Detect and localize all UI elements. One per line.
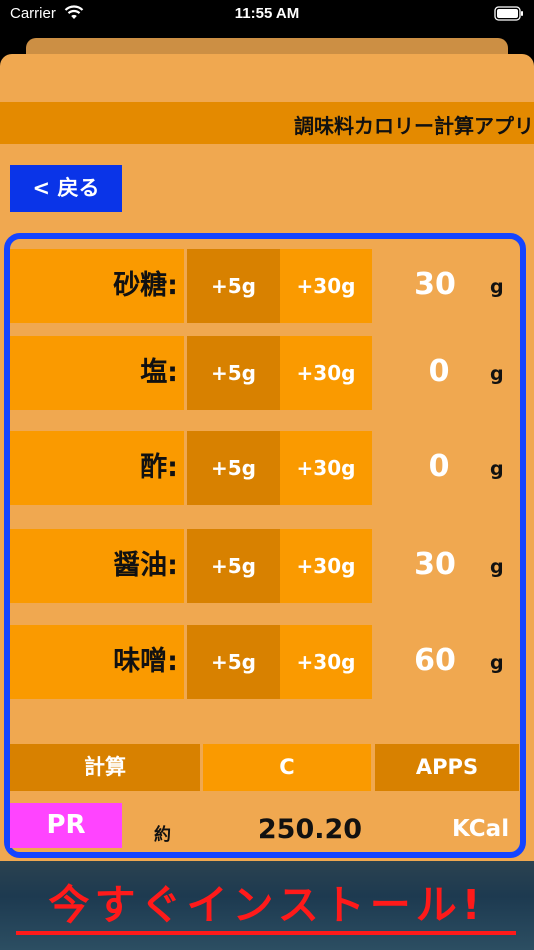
back-button[interactable]: < 戻る (10, 165, 122, 212)
ingredient-value: 60 (414, 643, 456, 678)
pr-button[interactable]: PR (10, 803, 122, 848)
ingredient-row-soy-sauce: 醤油: +5g +30g (10, 529, 372, 603)
ad-underline (16, 931, 516, 935)
ad-banner[interactable]: 今すぐインストール! (0, 861, 534, 950)
ingredient-label: 醤油: (10, 529, 184, 603)
add-5g-button[interactable]: +5g (187, 431, 280, 505)
calculate-button[interactable]: 計算 (10, 744, 200, 791)
ingredient-row-sugar: 砂糖: +5g +30g (10, 249, 372, 323)
ingredient-value: 30 (414, 547, 456, 582)
app-sheet: 調味料カロリー計算アプリ < 戻る 砂糖: +5g +30g 30 g 塩: +… (0, 54, 534, 950)
unit-label: g (490, 276, 504, 298)
ingredient-label: 酢: (10, 431, 184, 505)
clock: 11:55 AM (234, 5, 300, 22)
page-title: 調味料カロリー計算アプリ (294, 114, 534, 138)
add-5g-button[interactable]: +5g (187, 625, 280, 699)
battery-icon (494, 6, 524, 25)
unit-label: g (490, 458, 504, 480)
ad-install-text[interactable]: 今すぐインストール! (0, 871, 534, 931)
add-30g-button[interactable]: +30g (280, 336, 372, 410)
ingredient-label: 塩: (10, 336, 184, 410)
status-bar: Carrier 11:55 AM (0, 0, 534, 30)
add-5g-button[interactable]: +5g (187, 336, 280, 410)
clear-button[interactable]: C (203, 744, 371, 791)
kcal-unit: KCal (452, 816, 510, 842)
add-30g-button[interactable]: +30g (280, 249, 372, 323)
add-30g-button[interactable]: +30g (280, 625, 372, 699)
ingredient-value: 0 (428, 354, 450, 389)
ingredient-row-miso: 味噌: +5g +30g (10, 625, 372, 699)
add-5g-button[interactable]: +5g (187, 529, 280, 603)
apps-button[interactable]: APPS (375, 744, 519, 791)
unit-label: g (490, 363, 504, 385)
add-30g-button[interactable]: +30g (280, 431, 372, 505)
unit-label: g (490, 652, 504, 674)
unit-label: g (490, 556, 504, 578)
ingredient-label: 砂糖: (10, 249, 184, 323)
ingredient-row-salt: 塩: +5g +30g (10, 336, 372, 410)
approx-label: 約 (154, 825, 171, 845)
add-5g-button[interactable]: +5g (187, 249, 280, 323)
calorie-result: 250.20 (257, 814, 363, 845)
ingredient-label: 味噌: (10, 625, 184, 699)
ingredient-value: 0 (428, 449, 450, 484)
ingredient-row-vinegar: 酢: +5g +30g (10, 431, 372, 505)
title-bar: 調味料カロリー計算アプリ (0, 102, 534, 144)
add-30g-button[interactable]: +30g (280, 529, 372, 603)
ingredient-value: 30 (414, 267, 456, 302)
